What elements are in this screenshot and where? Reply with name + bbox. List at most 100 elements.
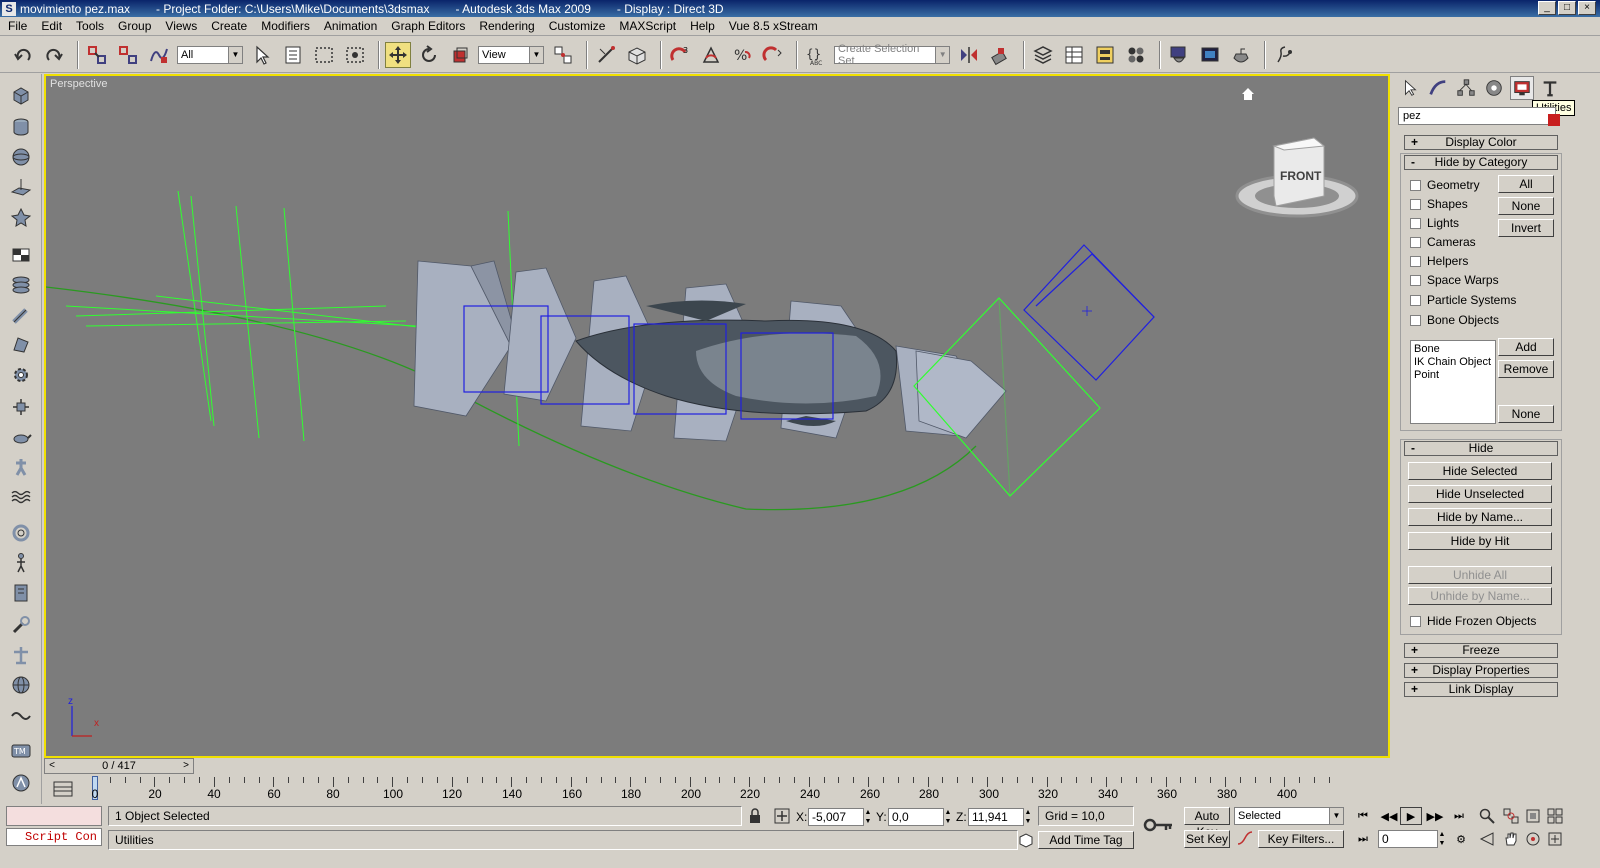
mini-curve-editor-icon[interactable] [52,779,74,799]
time-slider-next-icon[interactable]: > [180,759,192,773]
cylinder-icon[interactable] [8,114,34,140]
menu-group[interactable]: Group [118,19,151,33]
menu-create[interactable]: Create [211,19,247,33]
percent-snap-icon[interactable]: % [729,42,755,68]
list-item[interactable]: Bone [1414,343,1492,356]
undo-icon[interactable] [10,42,36,68]
z-spinner-icon[interactable]: ▲ ▼ [1024,808,1032,826]
list-item[interactable]: Point [1414,369,1492,382]
link-display-rollout[interactable]: + Link Display [1404,682,1558,697]
checkbox[interactable] [1410,615,1421,627]
y-spinner-icon[interactable]: ▲ ▼ [944,808,952,826]
list-none-button[interactable]: None [1498,405,1554,423]
maximize-button[interactable]: □ [1558,1,1576,15]
edit-named-selection-icon[interactable]: {} ABC [803,42,829,68]
menu-customize[interactable]: Customize [549,19,606,33]
zoom-extents-all-icon[interactable] [1544,807,1566,825]
time-slider-prev-icon[interactable]: < [46,759,58,773]
hide-by-name-button[interactable]: Hide by Name... [1408,508,1552,526]
key-mode-dropdown[interactable]: Selected ▼ [1234,807,1344,825]
checkbox[interactable] [1410,274,1421,286]
redo-icon[interactable] [41,42,67,68]
hide-frozen-objects[interactable]: Hide Frozen Objects [1410,614,1536,628]
menu-graph-editors[interactable]: Graph Editors [391,19,465,33]
set-key-button[interactable]: Set Key [1184,830,1230,848]
viewcube[interactable]: FRONT [1234,136,1360,226]
select-and-rotate-icon[interactable] [416,42,442,68]
category-shapes[interactable]: Shapes [1410,197,1468,211]
select-and-link-icon[interactable] [84,42,110,68]
script-console-field[interactable]: Script Con [6,828,102,846]
rig-icon[interactable] [8,642,34,668]
material-editor-icon[interactable] [1123,42,1149,68]
menu-edit[interactable]: Edit [41,19,62,33]
reference-coordinate-dropdown[interactable]: View ▼ [478,45,544,64]
list-item[interactable]: IK Chain Object [1414,356,1492,369]
category-lights[interactable]: Lights [1410,216,1459,230]
current-frame-field[interactable]: 0 [1378,830,1438,848]
play-icon[interactable]: ▶ [1400,807,1422,825]
lathe-icon[interactable] [8,332,34,358]
rectangular-selection-icon[interactable] [311,42,337,68]
gear-icon[interactable] [8,362,34,388]
menu-maxscript[interactable]: MAXScript [619,19,676,33]
zoom-extents-icon[interactable] [1522,807,1544,825]
globe-icon[interactable] [8,672,34,698]
zoom-all-icon[interactable] [1500,807,1522,825]
category-bone-objects[interactable]: Bone Objects [1410,313,1499,327]
checkbox[interactable] [1410,179,1421,191]
spinner-snap-icon[interactable] [760,42,786,68]
checkbox[interactable] [1410,198,1421,210]
reactor-icon[interactable] [8,770,34,796]
maximize-viewport-icon[interactable] [1544,830,1566,848]
next-frame-icon[interactable]: ▶▶ [1424,807,1446,825]
figure-icon[interactable] [8,550,34,576]
dummy-icon[interactable] [8,394,34,420]
layer-manager-icon[interactable] [1030,42,1056,68]
orbit-icon[interactable] [1522,830,1544,848]
bones-icon[interactable] [8,204,34,230]
snaps-toggle-icon[interactable]: 3 [667,42,693,68]
menu-file[interactable]: File [8,19,27,33]
category-none-button[interactable]: None [1498,197,1554,215]
wave-icon[interactable] [8,484,34,510]
menu-animation[interactable]: Animation [324,19,377,33]
render-setup-icon[interactable] [1166,42,1192,68]
selection-filter-dropdown[interactable]: All ▼ [177,45,243,64]
maxscript-icon[interactable]: TM [8,738,34,764]
tube-icon[interactable] [8,302,34,328]
select-object-icon[interactable] [249,42,275,68]
utilities-tab-icon[interactable] [1538,76,1562,100]
category-particle-systems[interactable]: Particle Systems [1410,293,1516,307]
named-selection-set-dropdown[interactable]: Create Selection Set ▼ [834,43,950,67]
checkbox[interactable] [1410,236,1421,248]
time-slider[interactable]: < 0 / 417 > [44,758,194,774]
checkbox[interactable] [1410,294,1421,306]
absolute-mode-transform-icon[interactable] [774,808,790,824]
object-name-field[interactable]: pez [1398,107,1556,125]
go-to-end-icon[interactable]: ⏭ [1448,807,1470,825]
schematic-view-icon[interactable] [1092,42,1118,68]
angle-snap-icon[interactable] [698,42,724,68]
category-cameras[interactable]: Cameras [1410,235,1476,249]
menu-views[interactable]: Views [165,19,197,33]
pan-hand-icon[interactable] [1500,830,1522,848]
y-coordinate-field[interactable]: 0,0 [888,808,944,826]
hide-by-category-rollout[interactable]: - Hide by Category [1404,155,1558,170]
default-tangent-icon[interactable] [1236,830,1254,848]
list-add-button[interactable]: Add [1498,338,1554,356]
create-tab-icon[interactable] [1398,76,1422,100]
modify-tab-icon[interactable] [1426,76,1450,100]
bind-space-warp-icon[interactable] [146,42,172,68]
select-and-scale-icon[interactable] [447,42,473,68]
teapot-icon[interactable] [8,424,34,450]
box-icon[interactable] [8,82,34,108]
hide-rollout[interactable]: - Hide [1404,441,1558,456]
object-type-list[interactable]: Bone IK Chain Object Point [1410,340,1496,424]
keyboard-shortcut-override-icon[interactable] [624,42,650,68]
rendered-frame-window-icon[interactable] [1197,42,1223,68]
hierarchy-tab-icon[interactable] [1454,76,1478,100]
curve-editor-icon[interactable] [1061,42,1087,68]
time-configuration-icon[interactable]: ⚙ [1450,830,1472,848]
unhide-by-name-button[interactable]: Unhide by Name... [1408,587,1552,605]
